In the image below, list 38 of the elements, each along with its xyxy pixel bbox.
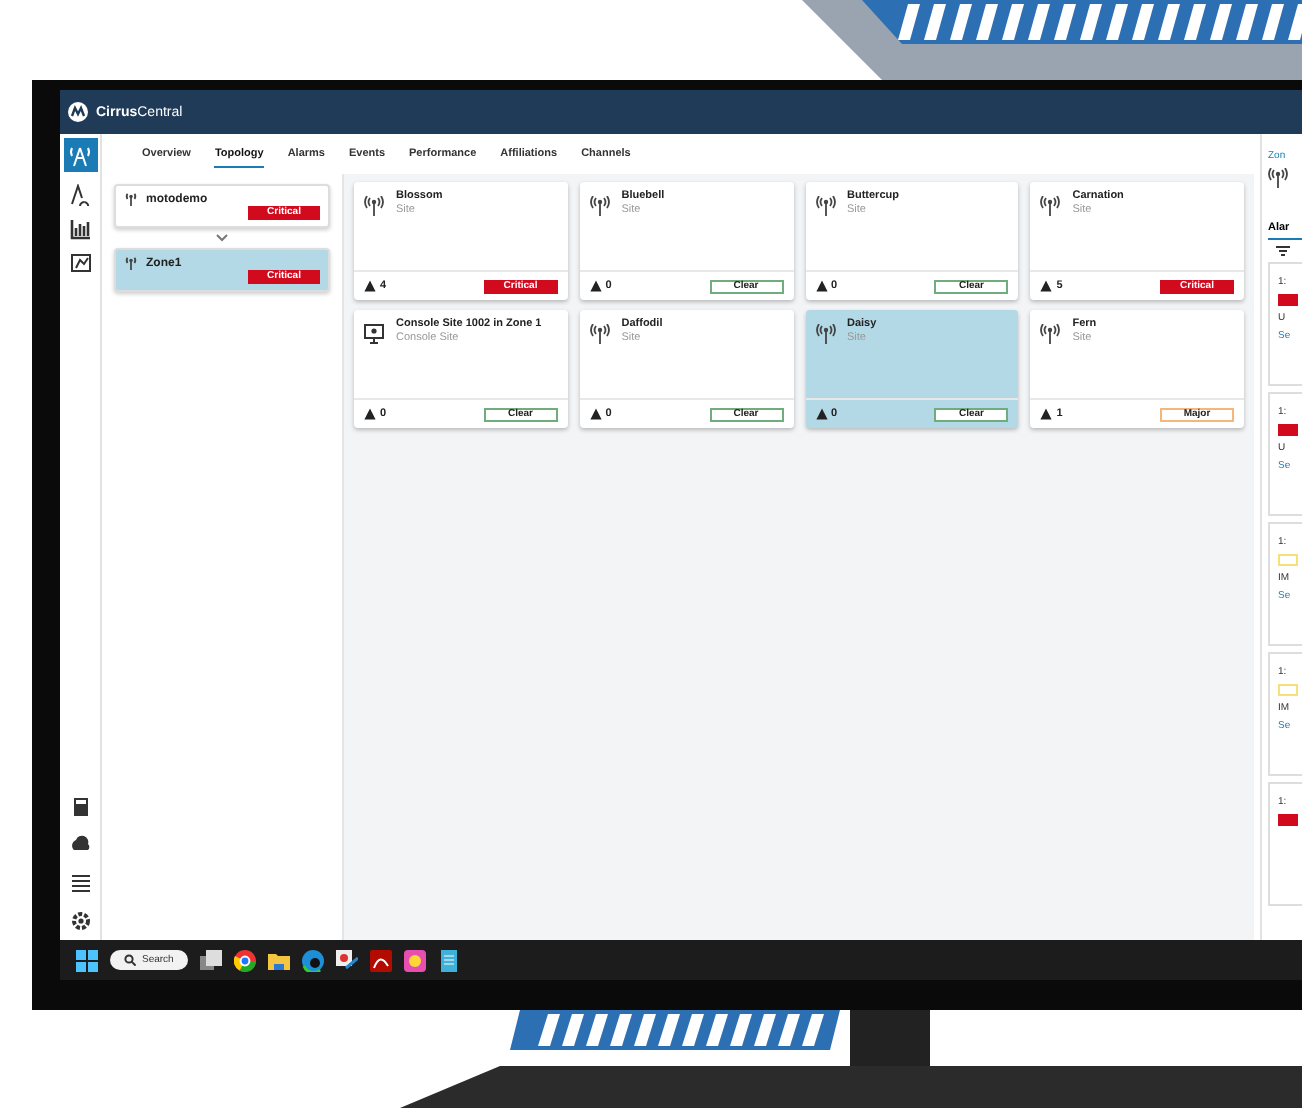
antenna-icon bbox=[1040, 196, 1061, 216]
warning-icon bbox=[364, 280, 376, 292]
warning-icon bbox=[364, 408, 376, 420]
warning-icon bbox=[589, 408, 602, 420]
calculator-icon[interactable] bbox=[69, 796, 91, 818]
monitor-icon bbox=[364, 324, 384, 344]
logo-icon bbox=[68, 102, 88, 122]
topology-icon[interactable] bbox=[63, 138, 97, 172]
list-icon[interactable] bbox=[69, 872, 91, 894]
folder-icon[interactable] bbox=[267, 949, 290, 971]
warning-icon bbox=[589, 280, 602, 292]
windows-start-icon[interactable] bbox=[76, 949, 98, 971]
browser-icon[interactable] bbox=[233, 949, 256, 971]
cloud-icon[interactable] bbox=[69, 834, 91, 856]
warning-icon bbox=[1040, 280, 1053, 292]
pdf-reader-icon[interactable] bbox=[369, 949, 392, 971]
edge-browser-icon[interactable] bbox=[301, 949, 324, 971]
filter-icon[interactable] bbox=[1276, 246, 1290, 256]
notepad-icon[interactable] bbox=[437, 949, 460, 971]
antenna-icon bbox=[815, 324, 835, 344]
warning-icon bbox=[1040, 408, 1053, 420]
photos-icon[interactable] bbox=[403, 949, 426, 971]
antenna-icon bbox=[1268, 168, 1288, 188]
antenna-icon bbox=[124, 192, 138, 206]
warning-icon bbox=[815, 280, 827, 292]
settings-icon[interactable] bbox=[69, 910, 91, 932]
antenna-icon bbox=[589, 324, 610, 344]
snipping-tool-icon[interactable] bbox=[335, 949, 358, 971]
search-icon bbox=[124, 954, 136, 966]
warning-icon bbox=[815, 408, 827, 420]
antenna-icon bbox=[364, 196, 384, 216]
antenna-icon bbox=[1040, 324, 1061, 344]
antenna-icon bbox=[815, 196, 835, 216]
antenna-icon bbox=[589, 196, 610, 216]
antenna-icon bbox=[124, 256, 138, 270]
task-view-icon[interactable] bbox=[199, 949, 222, 971]
bar-chart-icon[interactable] bbox=[69, 218, 91, 240]
chevron-down-icon[interactable] bbox=[216, 234, 228, 242]
